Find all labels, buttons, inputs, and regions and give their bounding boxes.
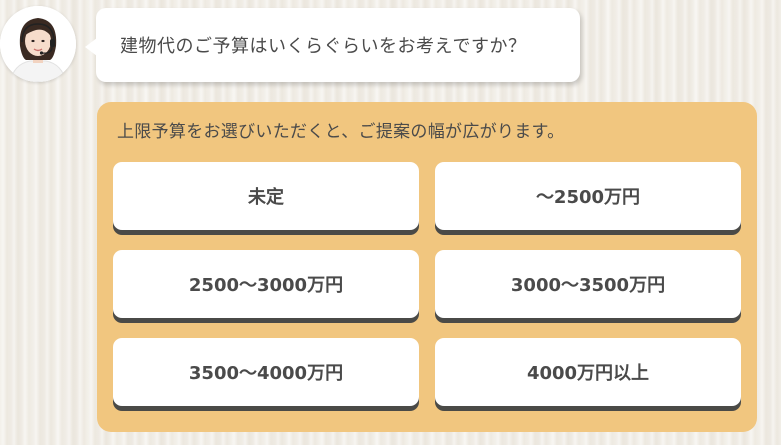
option-button-3000-3500[interactable]: 3000～3500万円 bbox=[435, 250, 741, 318]
option-button-undecided[interactable]: 未定 bbox=[113, 162, 419, 230]
option-label: ～2500万円 bbox=[535, 187, 641, 208]
panel-hint-text: 上限予算をお選びいただくと、ご提案の幅が広がります。 bbox=[117, 122, 565, 142]
budget-options: 未定 ～2500万円 2500～3000万円 3000～3500万円 3500～… bbox=[113, 162, 741, 406]
option-label: 4000万円以上 bbox=[526, 363, 650, 384]
option-label: 2500～3000万円 bbox=[188, 275, 344, 296]
question-bubble: 建物代のご予算はいくらぐらいをお考えですか？ bbox=[85, 8, 580, 82]
operator-avatar-icon bbox=[0, 6, 76, 82]
budget-answer-panel: 上限予算をお選びいただくと、ご提案の幅が広がります。 未定 ～2500万円 25… bbox=[97, 102, 757, 432]
option-label: 3000～3500万円 bbox=[510, 275, 666, 296]
option-button-3500-4000[interactable]: 3500～4000万円 bbox=[113, 338, 419, 406]
option-button-4000-plus[interactable]: 4000万円以上 bbox=[435, 338, 741, 406]
operator-avatar bbox=[0, 6, 76, 82]
option-label: 3500～4000万円 bbox=[188, 363, 344, 384]
option-button-up-to-2500[interactable]: ～2500万円 bbox=[435, 162, 741, 230]
option-button-2500-3000[interactable]: 2500～3000万円 bbox=[113, 250, 419, 318]
option-label: 未定 bbox=[248, 187, 284, 208]
question-text: 建物代のご予算はいくらぐらいをお考えですか？ bbox=[120, 36, 527, 57]
